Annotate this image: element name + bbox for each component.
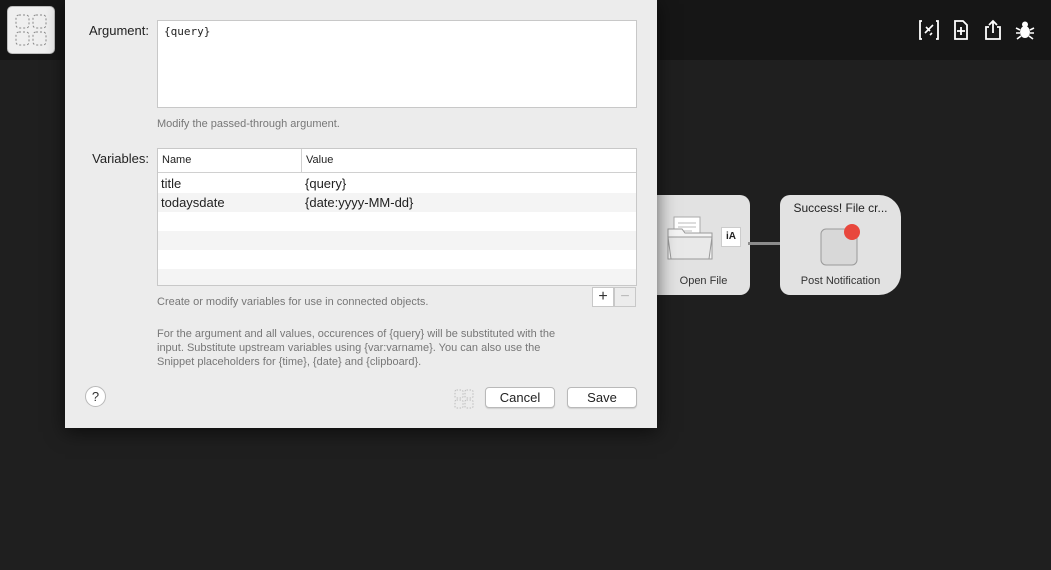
remove-variable-button[interactable]: − xyxy=(614,287,636,307)
arg-vars-dialog: Argument: {query} Modify the passed-thro… xyxy=(65,0,657,428)
notification-title: Success! File cr... xyxy=(793,201,888,215)
table-row-empty xyxy=(158,269,636,285)
info-text-line-3: Snippet placeholders for {time}, {date} … xyxy=(157,356,422,368)
debug-icon[interactable] xyxy=(1013,18,1037,42)
variable-name-cell[interactable]: title xyxy=(161,174,181,193)
ia-writer-badge: iA xyxy=(721,227,741,247)
open-file-node[interactable]: iA Open File xyxy=(657,195,750,295)
toolbar-icons xyxy=(917,18,1037,42)
variable-icon[interactable] xyxy=(917,18,941,42)
table-row[interactable]: todaysdate {date:yyyy-MM-dd} xyxy=(158,193,636,212)
argument-label: Argument: xyxy=(89,23,149,38)
notification-icon xyxy=(820,224,860,266)
share-icon[interactable] xyxy=(981,18,1005,42)
variable-name-cell[interactable]: todaysdate xyxy=(161,193,225,212)
variables-table[interactable]: Name Value title {query} todaysdate {dat… xyxy=(157,148,637,286)
small-grid-icon[interactable] xyxy=(454,389,474,409)
help-button[interactable]: ? xyxy=(85,386,106,407)
table-row-empty xyxy=(158,231,636,250)
table-row-empty xyxy=(158,250,636,269)
variable-value-cell[interactable]: {date:yyyy-MM-dd} xyxy=(305,193,413,212)
info-text-line-1: For the argument and all values, occuren… xyxy=(157,328,556,340)
add-object-icon[interactable] xyxy=(949,18,973,42)
table-row-empty xyxy=(158,212,636,231)
connection-line[interactable] xyxy=(748,242,780,245)
cancel-button[interactable]: Cancel xyxy=(485,387,555,408)
variables-hint: Create or modify variables for use in co… xyxy=(157,296,429,308)
save-button[interactable]: Save xyxy=(567,387,637,408)
column-header-name[interactable]: Name xyxy=(158,149,302,173)
table-row[interactable]: title {query} xyxy=(158,174,636,193)
info-text-line-2: input. Substitute upstream variables usi… xyxy=(157,342,541,354)
open-file-label: Open File xyxy=(679,275,728,287)
post-notification-node[interactable]: Success! File cr... Post Notification xyxy=(780,195,901,295)
add-variable-button[interactable]: + xyxy=(592,287,614,307)
folder-icon xyxy=(667,216,713,260)
grid-icon xyxy=(15,14,47,46)
variable-value-cell[interactable]: {query} xyxy=(305,174,346,193)
object-icon-button[interactable] xyxy=(7,6,55,54)
column-header-value[interactable]: Value xyxy=(302,149,636,173)
argument-field[interactable]: {query} xyxy=(157,20,637,108)
argument-hint: Modify the passed-through argument. xyxy=(157,118,340,130)
post-notification-label: Post Notification xyxy=(800,275,881,287)
variables-label: Variables: xyxy=(92,151,149,166)
